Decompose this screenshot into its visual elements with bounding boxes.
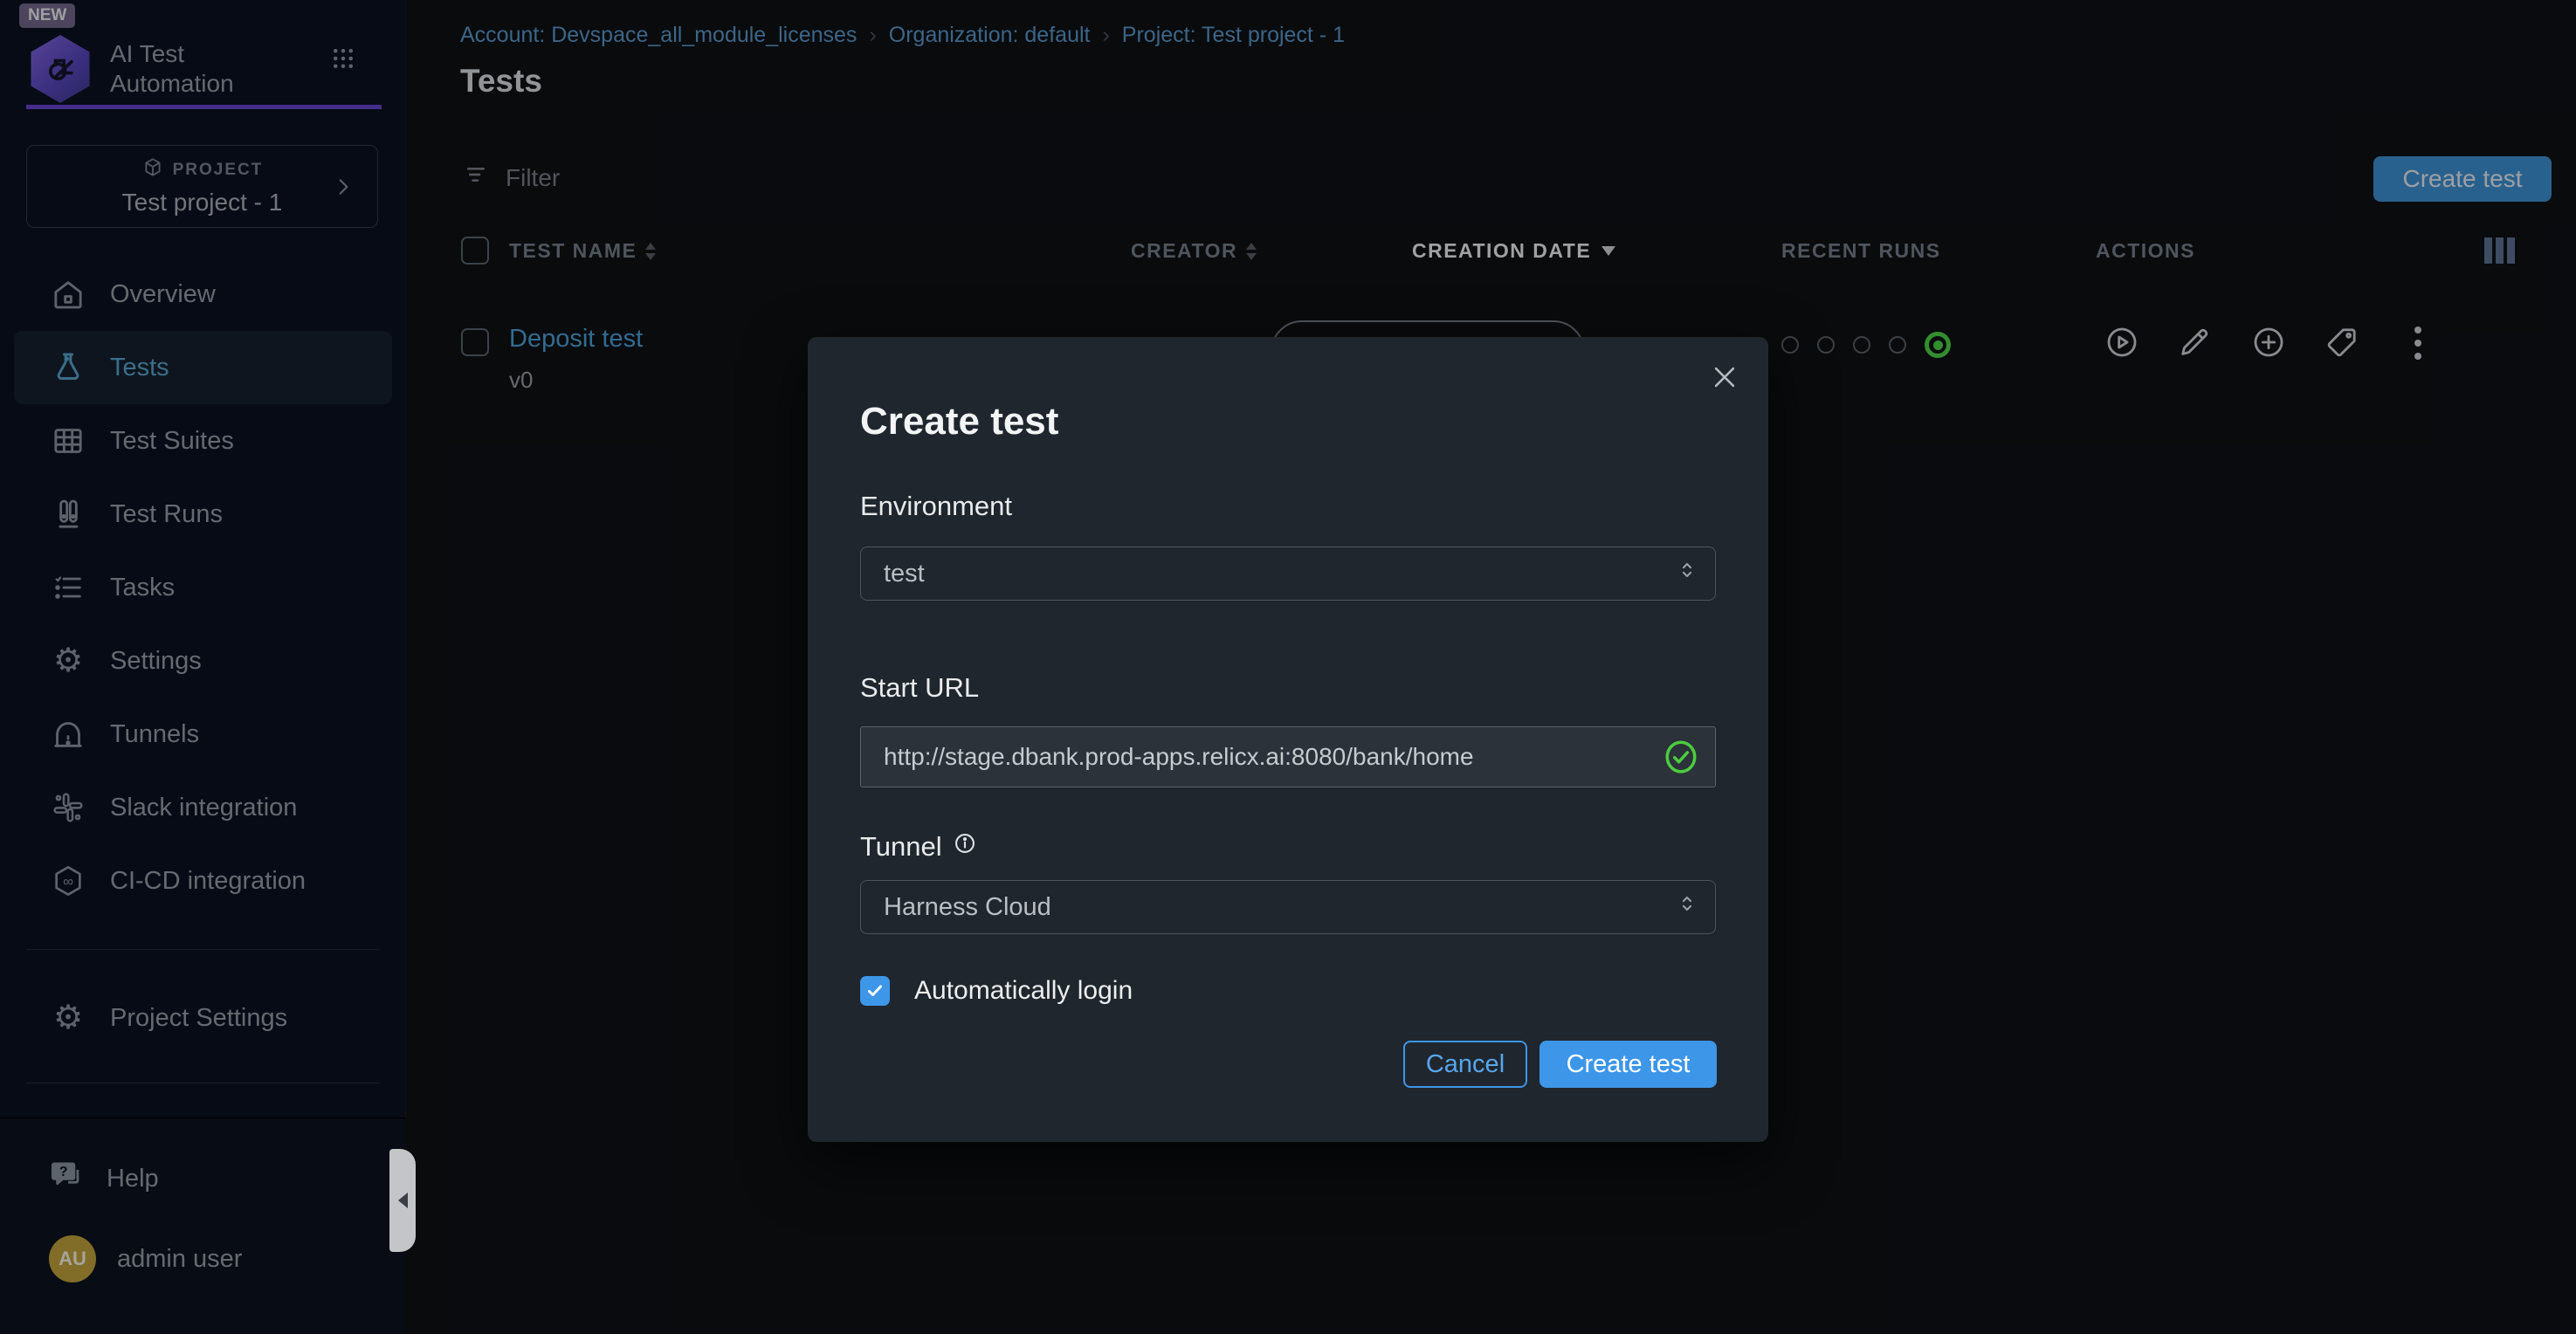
cancel-button[interactable]: Cancel bbox=[1403, 1041, 1527, 1088]
select-carets-icon bbox=[1675, 891, 1699, 923]
url-valid-check-icon bbox=[1663, 739, 1699, 775]
close-icon[interactable] bbox=[1707, 360, 1742, 395]
select-carets-icon bbox=[1675, 558, 1699, 589]
auto-login-checkbox[interactable] bbox=[860, 976, 890, 1006]
environment-label: Environment bbox=[860, 491, 1012, 522]
environment-select[interactable]: test bbox=[860, 547, 1716, 601]
start-url-label: Start URL bbox=[860, 672, 979, 704]
info-icon[interactable] bbox=[953, 831, 977, 863]
tunnel-value: Harness Cloud bbox=[884, 893, 1051, 922]
create-test-modal: Create test Environment test Start URL T… bbox=[808, 337, 1768, 1142]
collapse-arrow-icon bbox=[398, 1193, 408, 1208]
sidebar-collapse-handle[interactable] bbox=[389, 1149, 416, 1252]
start-url-field bbox=[860, 726, 1716, 787]
modal-footer: Cancel Create test bbox=[1403, 1041, 1717, 1088]
create-test-submit-button[interactable]: Create test bbox=[1539, 1041, 1717, 1088]
auto-login-row: Automatically login bbox=[860, 976, 1133, 1006]
tunnel-label: Tunnel bbox=[860, 831, 977, 863]
modal-title: Create test bbox=[860, 400, 1058, 444]
environment-value: test bbox=[884, 560, 925, 588]
auto-login-label: Automatically login bbox=[914, 976, 1133, 1006]
start-url-input[interactable] bbox=[861, 743, 1663, 771]
app-root: NEW AI Test Automation bbox=[0, 0, 2576, 1334]
tunnel-select[interactable]: Harness Cloud bbox=[860, 880, 1716, 934]
